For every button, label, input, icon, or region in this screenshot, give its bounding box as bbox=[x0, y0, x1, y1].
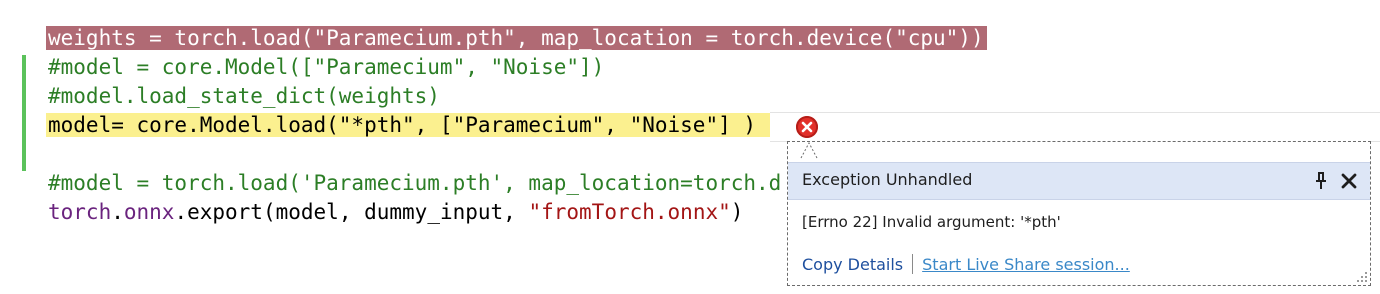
live-share-link[interactable]: Start Live Share session... bbox=[922, 255, 1130, 274]
breakpoint-highlight: weights = torch.load("Paramecium.pth", m… bbox=[46, 26, 987, 50]
code-line-1[interactable]: weights = torch.load("Paramecium.pth", m… bbox=[46, 24, 987, 53]
popup-pointer bbox=[800, 141, 818, 159]
code-line-4[interactable]: model= core.Model.load("*pth", ["Paramec… bbox=[46, 111, 987, 140]
copy-details-link[interactable]: Copy Details bbox=[802, 255, 903, 274]
change-bar bbox=[22, 55, 26, 171]
code-line-2[interactable]: #model = core.Model(["Paramecium", "Nois… bbox=[48, 53, 987, 82]
token-onnx: onnx bbox=[123, 200, 175, 224]
current-statement-highlight: model= core.Model.load("*pth", ["Paramec… bbox=[46, 113, 771, 137]
close-icon[interactable] bbox=[1340, 172, 1358, 190]
token-close-paren: ) bbox=[730, 200, 744, 224]
error-x-glyph bbox=[801, 121, 813, 133]
exception-message: [Errno 22] Invalid argument: '*pth' bbox=[802, 213, 1061, 231]
exception-header: Exception Unhandled bbox=[788, 162, 1370, 200]
exception-popup[interactable]: Exception Unhandled [Errno 22] Invalid a… bbox=[787, 141, 1371, 286]
token-call: .export(model, dummy_input, bbox=[174, 200, 529, 224]
error-circle-icon[interactable] bbox=[796, 116, 818, 138]
link-separator bbox=[912, 254, 914, 274]
token-dot: . bbox=[111, 200, 124, 224]
token-string: "fromTorch.onnx" bbox=[528, 200, 731, 224]
resize-grip-icon[interactable] bbox=[1357, 272, 1367, 282]
exception-actions: Copy Details Start Live Share session... bbox=[802, 254, 1130, 274]
exception-title: Exception Unhandled bbox=[802, 170, 973, 189]
token-torch: torch bbox=[48, 200, 112, 224]
pin-icon[interactable] bbox=[1314, 172, 1328, 190]
code-line-3[interactable]: #model.load_state_dict(weights) bbox=[48, 82, 987, 111]
